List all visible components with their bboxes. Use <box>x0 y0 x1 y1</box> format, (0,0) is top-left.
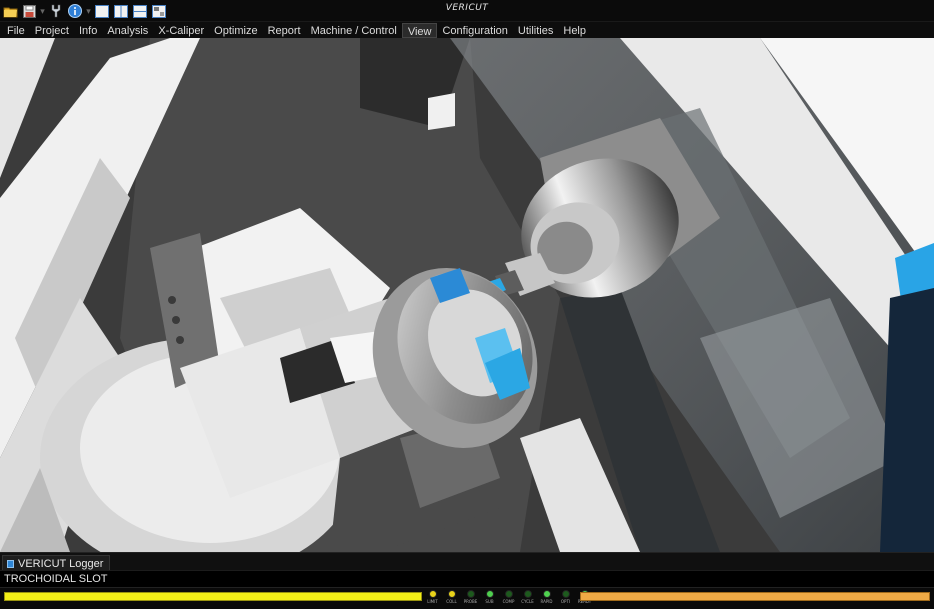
secondary-progress-bar <box>580 592 930 601</box>
machine-scene <box>0 38 934 552</box>
save-icon[interactable] <box>21 3 37 19</box>
led-indicator <box>447 590 456 598</box>
menu-report[interactable]: Report <box>263 23 306 38</box>
status-led-sub: SUB <box>481 590 498 604</box>
split-view-horizontal-icon[interactable] <box>132 3 148 19</box>
menu-utilities[interactable]: Utilities <box>513 23 558 38</box>
status-led-opti: OPTI <box>557 590 574 604</box>
info-icon[interactable] <box>67 3 83 19</box>
logger-tab[interactable]: VERICUT Logger <box>2 555 111 571</box>
menu-x-caliper[interactable]: X-Caliper <box>153 23 209 38</box>
status-led-cycle: CYCLE <box>519 590 536 604</box>
title-bar: ▾ ▾ VERICUT <box>0 0 934 22</box>
toolbar-separator: ▾ <box>40 6 45 16</box>
status-led-coll: COLL <box>443 590 460 604</box>
logger-icon <box>7 559 14 568</box>
led-label: COLL <box>446 599 457 604</box>
led-indicator <box>504 590 513 598</box>
led-label: CYCLE <box>521 599 534 604</box>
open-folder-icon[interactable] <box>2 3 18 19</box>
led-label: LIMIT <box>427 599 438 604</box>
menu-file[interactable]: File <box>2 23 30 38</box>
toolbar-separator: ▾ <box>86 6 91 16</box>
status-led-comp: COMP <box>500 590 517 604</box>
status-leds: LIMIT COLL PROBE SUB COMP CYCLE RAPID OPTI READY <box>424 590 593 604</box>
led-label: COMP <box>502 599 515 604</box>
led-indicator <box>428 590 437 598</box>
led-label: SUB <box>485 599 494 604</box>
menu-help[interactable]: Help <box>558 23 591 38</box>
menu-bar: File Project Info Analysis X-Caliper Optimize… <box>0 22 934 38</box>
led-label: OPTI <box>560 599 571 604</box>
status-led-limit: LIMIT <box>424 590 441 604</box>
led-indicator <box>466 590 475 598</box>
menu-optimize[interactable]: Optimize <box>209 23 262 38</box>
logger-tab-bar: VERICUT Logger <box>0 552 934 571</box>
machine-simulation-viewport[interactable] <box>0 38 934 552</box>
logger-tab-label: VERICUT Logger <box>18 557 104 570</box>
led-indicator <box>523 590 532 598</box>
led-indicator <box>561 590 570 598</box>
simulation-progress-bar <box>4 592 422 601</box>
menu-view[interactable]: View <box>401 22 438 38</box>
led-label: PROBE <box>463 599 478 604</box>
single-view-icon[interactable] <box>94 3 110 19</box>
menu-machine-control[interactable]: Machine / Control <box>306 23 402 38</box>
led-indicator <box>542 590 551 598</box>
status-bar: LIMIT COLL PROBE SUB COMP CYCLE RAPID OPTI READY <box>0 587 934 609</box>
menu-info[interactable]: Info <box>74 23 102 38</box>
tool-icon[interactable] <box>48 3 64 19</box>
menu-analysis[interactable]: Analysis <box>102 23 153 38</box>
status-led-rapid: RAPID <box>538 590 555 604</box>
quick-access-toolbar: ▾ ▾ <box>2 2 167 20</box>
menu-project[interactable]: Project <box>30 23 74 38</box>
split-view-vertical-icon[interactable] <box>113 3 129 19</box>
status-led-probe: PROBE <box>462 590 479 604</box>
led-label: RAPID <box>540 599 553 604</box>
menu-configuration[interactable]: Configuration <box>437 23 512 38</box>
led-indicator <box>485 590 494 598</box>
layout-icon[interactable] <box>151 3 167 19</box>
logger-message: TROCHOIDAL SLOT <box>0 570 934 587</box>
